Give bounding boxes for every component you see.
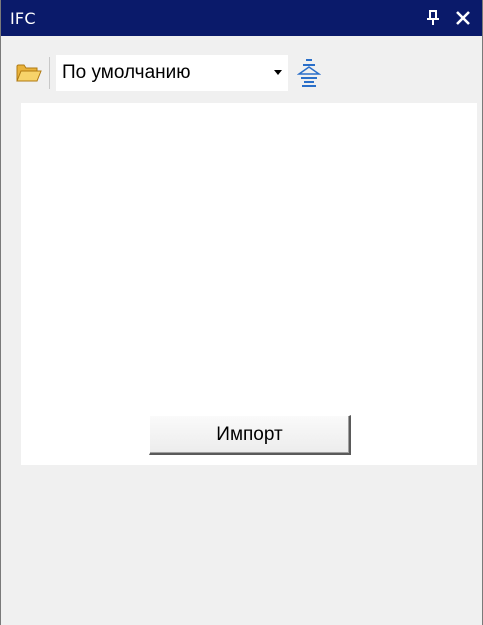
pin-button[interactable] bbox=[422, 7, 444, 29]
panel-titlebar[interactable]: IFC bbox=[1, 0, 482, 36]
close-icon bbox=[456, 11, 470, 25]
structure-button[interactable] bbox=[292, 55, 326, 91]
content-area bbox=[21, 103, 477, 465]
panel-title: IFC bbox=[10, 8, 36, 28]
folder-open-icon bbox=[16, 64, 42, 82]
chevron-down-icon[interactable] bbox=[268, 55, 288, 91]
toolbar: По умолчанию bbox=[11, 54, 351, 92]
import-button[interactable]: Импорт bbox=[149, 415, 351, 455]
open-file-button[interactable] bbox=[11, 55, 47, 91]
toolbar-separator bbox=[49, 57, 50, 89]
tree-structure-icon bbox=[297, 59, 321, 87]
profile-select-value: По умолчанию bbox=[62, 62, 191, 83]
close-button[interactable] bbox=[452, 7, 474, 29]
ifc-panel: IFC По умолчанию Импорт bbox=[0, 0, 483, 625]
pin-icon bbox=[427, 10, 439, 25]
profile-select[interactable]: По умолчанию bbox=[56, 55, 288, 91]
